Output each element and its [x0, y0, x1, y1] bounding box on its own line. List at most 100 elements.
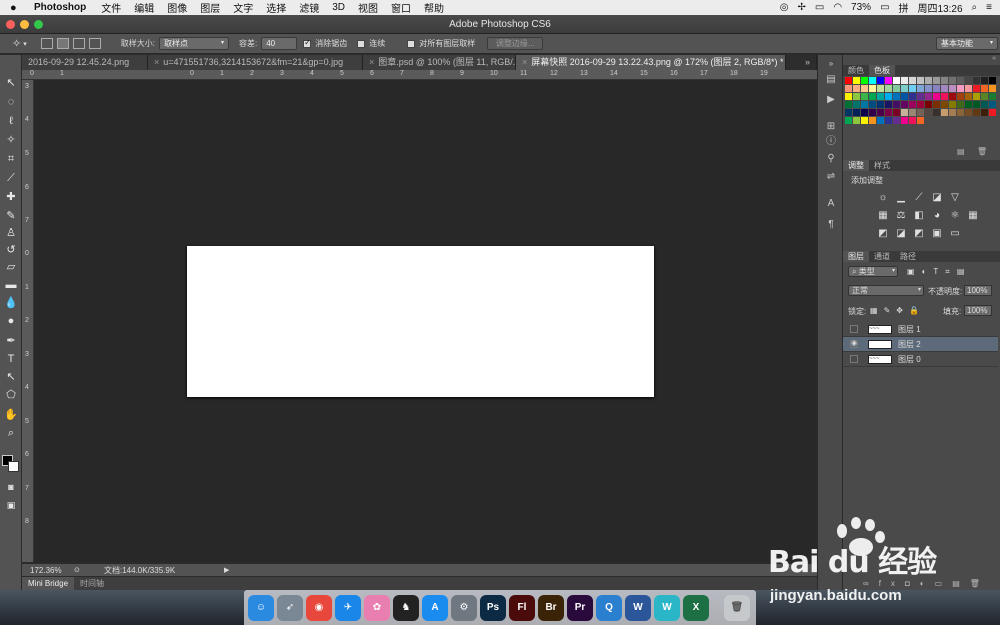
color-swatch[interactable] [908, 100, 917, 109]
color-swatch[interactable] [852, 108, 861, 117]
preset-dropdown-arrow-icon[interactable]: ▾ [23, 40, 27, 48]
dock-app-icon[interactable]: ♞ [393, 594, 419, 621]
screen-mode-icon[interactable]: ▣ [3, 497, 19, 513]
panel-collapse-icon[interactable]: « [843, 55, 1000, 65]
color-balance-icon[interactable]: ⚖ [895, 210, 907, 221]
color-swatch[interactable] [980, 108, 989, 117]
color-swatch[interactable] [852, 77, 861, 85]
layer-mask-icon[interactable]: ◘ [905, 579, 920, 588]
tolerance-input[interactable]: 40 [261, 37, 298, 50]
color-swatch[interactable] [940, 92, 949, 101]
tab-swatches[interactable]: 色板 [869, 65, 895, 76]
tab-timeline[interactable]: 时间轴 [74, 577, 110, 590]
tab-document-2[interactable]: × u=471551736,3214153672&fm=21&gp=0.jpg [148, 55, 363, 70]
menu-file[interactable]: 文件 [101, 0, 121, 15]
close-window-button[interactable] [6, 20, 15, 29]
delete-swatch-icon[interactable]: 🗑 [977, 147, 987, 156]
lasso-tool-icon[interactable]: ℓ [3, 113, 19, 129]
new-group-icon[interactable]: ▭ [935, 579, 953, 588]
color-swatch[interactable] [916, 77, 925, 85]
tab-styles[interactable]: 样式 [869, 160, 895, 171]
color-swatch[interactable] [932, 77, 941, 85]
type-tool-icon[interactable]: T [3, 351, 19, 367]
color-swatch[interactable] [988, 100, 997, 109]
color-swatch[interactable] [876, 116, 885, 125]
color-swatch[interactable] [892, 92, 901, 101]
color-swatch[interactable] [948, 92, 957, 101]
cc-status-icon[interactable]: ◎ [780, 2, 789, 13]
menu-select[interactable]: 选择 [266, 0, 286, 15]
color-swatch[interactable] [868, 84, 877, 93]
contiguous-checkbox[interactable] [357, 39, 366, 48]
color-swatch[interactable] [892, 84, 901, 93]
levels-icon[interactable]: ▁ [895, 192, 907, 203]
subtract-from-selection-icon[interactable] [72, 38, 85, 49]
refine-edge-button[interactable]: 调整边缘... [487, 37, 544, 50]
eraser-tool-icon[interactable]: ▱ [3, 259, 19, 275]
layer-style-icon[interactable]: fx [879, 579, 905, 588]
menubar-clock[interactable]: 周四13:26 [918, 0, 963, 15]
dock-app-icon[interactable]: Q [596, 594, 622, 621]
color-swatch[interactable] [845, 84, 853, 93]
battery-icon[interactable]: ▭ [880, 2, 889, 13]
color-swatch[interactable] [956, 84, 965, 93]
dock-app-icon[interactable]: Pr [567, 594, 593, 621]
color-swatch[interactable] [972, 77, 981, 85]
color-swatch[interactable] [940, 108, 949, 117]
color-swatch[interactable] [972, 100, 981, 109]
color-swatch[interactable] [956, 92, 965, 101]
color-swatch[interactable] [876, 84, 885, 93]
color-swatch[interactable] [908, 92, 917, 101]
sample-size-select[interactable]: 取样点 ▾ [158, 37, 229, 50]
color-swatch[interactable] [932, 108, 941, 117]
color-swatch[interactable] [860, 100, 869, 109]
zoom-level[interactable]: 172.36% [30, 566, 70, 575]
color-swatch[interactable] [980, 77, 989, 85]
channel-mixer-icon[interactable]: ⚛ [949, 210, 961, 221]
menu-edit[interactable]: 编辑 [134, 0, 154, 15]
color-swatch[interactable] [900, 116, 909, 125]
color-swatch[interactable] [916, 100, 925, 109]
status-share-icon[interactable]: ⊙ [74, 566, 84, 574]
color-swatch[interactable] [980, 100, 989, 109]
color-swatch[interactable] [916, 116, 925, 125]
color-swatch[interactable] [884, 92, 893, 101]
color-swatch[interactable] [900, 100, 909, 109]
layer-visibility-toggle[interactable] [850, 325, 858, 333]
color-swatch[interactable] [948, 77, 957, 85]
layer-row[interactable]: ~~~ 图层 1 [843, 322, 998, 337]
color-swatch[interactable] [860, 77, 869, 85]
dock-app-icon[interactable]: X [683, 594, 709, 621]
tabs-overflow-icon[interactable]: » [786, 55, 817, 70]
color-swatch[interactable] [884, 77, 893, 85]
lock-image-icon[interactable]: ✎ [884, 306, 897, 315]
zoom-window-button[interactable] [34, 20, 43, 29]
tab-channels[interactable]: 通道 [869, 251, 895, 262]
color-swatch[interactable] [988, 77, 997, 85]
shape-tool-icon[interactable]: ⬠ [3, 387, 19, 403]
info-panel-icon[interactable]: ⓘ [824, 135, 838, 149]
sample-all-layers-checkbox[interactable] [407, 39, 416, 48]
tab-layers[interactable]: 图层 [843, 251, 869, 262]
dock-app-icon[interactable]: Br [538, 594, 564, 621]
pen-tool-icon[interactable]: ✒ [3, 333, 19, 349]
close-tab-icon[interactable]: × [154, 57, 159, 67]
invert-icon[interactable]: ◩ [877, 228, 889, 239]
layer-visibility-toggle[interactable] [850, 355, 858, 363]
fan-icon[interactable]: ✢ [797, 2, 805, 13]
notification-center-icon[interactable]: ≡ [986, 2, 992, 13]
color-swatch[interactable] [884, 116, 893, 125]
actions-play-icon[interactable]: ▶ [824, 93, 838, 107]
layer-name[interactable]: 图层 1 [898, 324, 921, 335]
hue-saturation-icon[interactable]: ▦ [877, 210, 889, 221]
color-swatch[interactable] [900, 108, 909, 117]
filter-pixel-icon[interactable]: ▣ [907, 267, 922, 276]
color-swatch[interactable] [932, 92, 941, 101]
hand-tool-icon[interactable]: ✋ [3, 407, 19, 423]
color-swatch[interactable] [964, 108, 973, 117]
black-white-icon[interactable]: ◧ [913, 210, 925, 221]
vertical-ruler[interactable]: 3 4 5 6 7 0 1 2 3 4 5 6 7 8 [22, 80, 34, 562]
fill-input[interactable]: 100% [964, 305, 992, 316]
apple-icon[interactable]: ● [10, 2, 24, 14]
layer-name[interactable]: 图层 2 [898, 339, 921, 350]
